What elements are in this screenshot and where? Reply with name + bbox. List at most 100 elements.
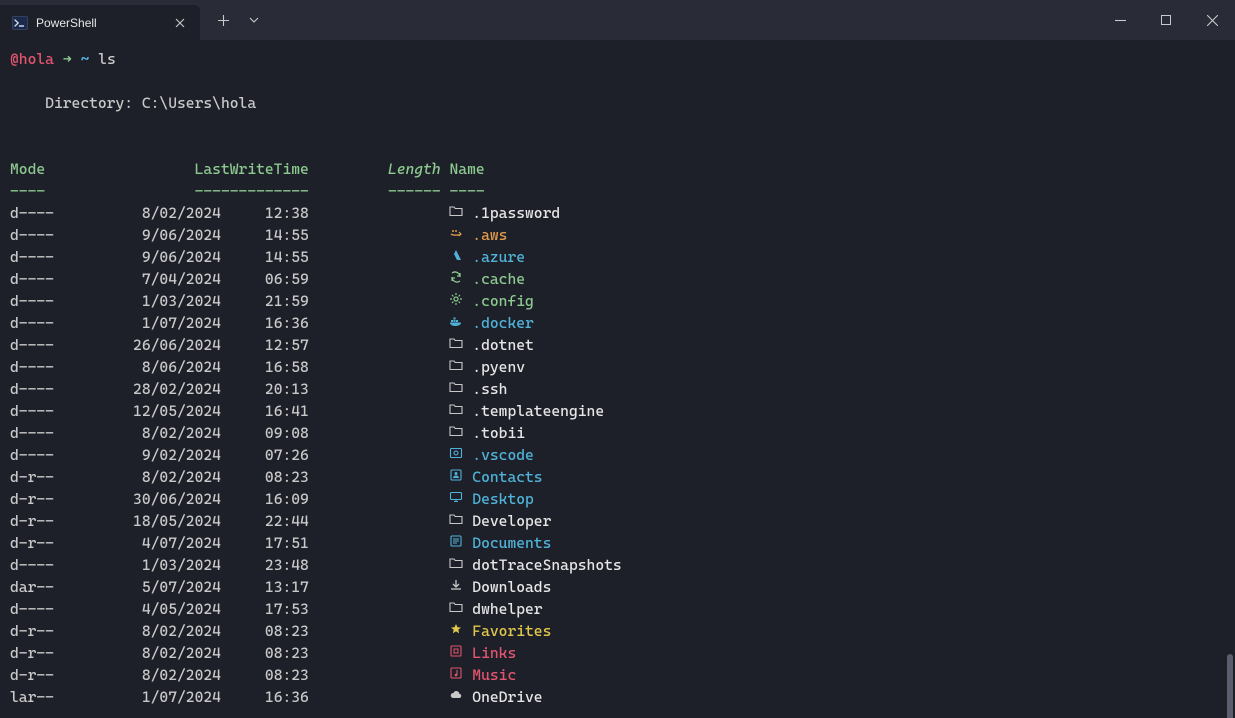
list-item: d---- 1/07/2024 16:36 .docker bbox=[10, 312, 1225, 334]
file-length bbox=[309, 424, 441, 442]
list-item: lar-- 1/07/2024 16:36 OneDrive bbox=[10, 686, 1225, 708]
file-date: 8/02/2024 bbox=[54, 424, 221, 442]
list-item: d-r-- 8/02/2024 08:23 Links bbox=[10, 642, 1225, 664]
file-name: Links bbox=[472, 644, 516, 662]
favorites-icon bbox=[449, 620, 463, 642]
file-mode: d---- bbox=[10, 424, 54, 442]
cache-icon bbox=[449, 268, 463, 290]
tab-powershell[interactable]: PowerShell bbox=[0, 5, 200, 40]
file-date: 8/02/2024 bbox=[54, 644, 221, 662]
azure-icon bbox=[449, 246, 463, 268]
list-item: d-r-- 30/06/2024 16:09 Desktop bbox=[10, 488, 1225, 510]
file-time: 16:36 bbox=[221, 314, 309, 332]
file-length bbox=[309, 204, 441, 222]
powershell-icon bbox=[12, 15, 28, 31]
file-date: 7/04/2024 bbox=[54, 270, 221, 288]
list-item: d---- 4/05/2024 17:53 dwhelper bbox=[10, 598, 1225, 620]
file-length bbox=[309, 226, 441, 244]
file-date: 1/03/2024 bbox=[54, 556, 221, 574]
tab-close-button[interactable] bbox=[172, 15, 188, 31]
terminal-viewport[interactable]: @hola ➜ ~ ls Directory: C:\Users\hola Mo… bbox=[0, 40, 1235, 718]
file-mode: d---- bbox=[10, 556, 54, 574]
prompt-line: @hola ➜ ~ ls bbox=[10, 48, 1225, 70]
file-mode: d-r-- bbox=[10, 644, 54, 662]
file-mode: d-r-- bbox=[10, 666, 54, 684]
close-window-button[interactable] bbox=[1189, 0, 1235, 40]
file-length bbox=[309, 380, 441, 398]
file-date: 9/06/2024 bbox=[54, 226, 221, 244]
list-item: d-r-- 8/02/2024 08:23 Contacts bbox=[10, 466, 1225, 488]
file-name: OneDrive bbox=[472, 688, 542, 706]
tab-dropdown-button[interactable] bbox=[242, 5, 266, 35]
list-item: d---- 8/06/2024 16:58 .pyenv bbox=[10, 356, 1225, 378]
file-name: .cache bbox=[472, 270, 525, 288]
file-mode: d---- bbox=[10, 600, 54, 618]
list-item: d---- 7/04/2024 06:59 .cache bbox=[10, 268, 1225, 290]
file-time: 12:38 bbox=[221, 204, 309, 222]
contacts-icon bbox=[449, 466, 463, 488]
folder-icon bbox=[449, 202, 463, 224]
file-name: Developer bbox=[472, 512, 551, 530]
file-mode: d-r-- bbox=[10, 490, 54, 508]
header-dashes: ---- ------------- ------ ---- bbox=[10, 180, 1225, 202]
titlebar: PowerShell bbox=[0, 0, 1235, 40]
list-item: d---- 9/02/2024 07:26 .vscode bbox=[10, 444, 1225, 466]
file-date: 9/02/2024 bbox=[54, 446, 221, 464]
list-item: d---- 1/03/2024 21:59 .config bbox=[10, 290, 1225, 312]
file-time: 21:59 bbox=[221, 292, 309, 310]
vscode-icon bbox=[449, 444, 463, 466]
blank-line bbox=[10, 70, 1225, 92]
list-item: d-r-- 8/02/2024 08:23 Music bbox=[10, 664, 1225, 686]
file-time: 08:23 bbox=[221, 666, 309, 684]
file-time: 12:57 bbox=[221, 336, 309, 354]
file-mode: d---- bbox=[10, 292, 54, 310]
file-length bbox=[309, 578, 441, 596]
prompt-user: @hola bbox=[10, 50, 54, 68]
file-length bbox=[309, 556, 441, 574]
list-item: d---- 9/06/2024 14:55 .aws bbox=[10, 224, 1225, 246]
file-time: 16:41 bbox=[221, 402, 309, 420]
file-mode: d---- bbox=[10, 336, 54, 354]
file-name: .templateengine bbox=[472, 402, 604, 420]
file-length bbox=[309, 336, 441, 354]
list-item: d---- 26/06/2024 12:57 .dotnet bbox=[10, 334, 1225, 356]
file-length bbox=[309, 270, 441, 288]
desktop-icon bbox=[449, 488, 463, 510]
file-mode: d---- bbox=[10, 248, 54, 266]
folder-icon bbox=[449, 356, 463, 378]
file-date: 1/03/2024 bbox=[54, 292, 221, 310]
aws-icon bbox=[449, 224, 463, 246]
file-time: 16:09 bbox=[221, 490, 309, 508]
file-date: 9/06/2024 bbox=[54, 248, 221, 266]
window-controls bbox=[1097, 0, 1235, 40]
file-name: .dotnet bbox=[472, 336, 534, 354]
file-mode: d-r-- bbox=[10, 622, 54, 640]
scrollbar-thumb[interactable] bbox=[1227, 654, 1233, 718]
file-name: dwhelper bbox=[472, 600, 542, 618]
file-mode: d-r-- bbox=[10, 468, 54, 486]
maximize-button[interactable] bbox=[1143, 0, 1189, 40]
list-item: d---- 28/02/2024 20:13 .ssh bbox=[10, 378, 1225, 400]
file-name: .vscode bbox=[472, 446, 534, 464]
header-row: Mode LastWriteTime Length Name bbox=[10, 158, 1225, 180]
file-name: Favorites bbox=[472, 622, 551, 640]
file-length bbox=[309, 600, 441, 618]
minimize-button[interactable] bbox=[1097, 0, 1143, 40]
file-mode: d---- bbox=[10, 446, 54, 464]
file-date: 28/02/2024 bbox=[54, 380, 221, 398]
folder-icon bbox=[449, 598, 463, 620]
file-time: 22:44 bbox=[221, 512, 309, 530]
file-length bbox=[309, 644, 441, 662]
file-time: 14:55 bbox=[221, 226, 309, 244]
file-date: 5/07/2024 bbox=[54, 578, 221, 596]
file-length bbox=[309, 468, 441, 486]
file-length bbox=[309, 314, 441, 332]
file-length bbox=[309, 446, 441, 464]
file-date: 8/02/2024 bbox=[54, 204, 221, 222]
new-tab-button[interactable] bbox=[206, 5, 240, 35]
file-date: 4/05/2024 bbox=[54, 600, 221, 618]
file-length bbox=[309, 292, 441, 310]
file-time: 16:58 bbox=[221, 358, 309, 376]
file-mode: dar-- bbox=[10, 578, 54, 596]
file-date: 12/05/2024 bbox=[54, 402, 221, 420]
